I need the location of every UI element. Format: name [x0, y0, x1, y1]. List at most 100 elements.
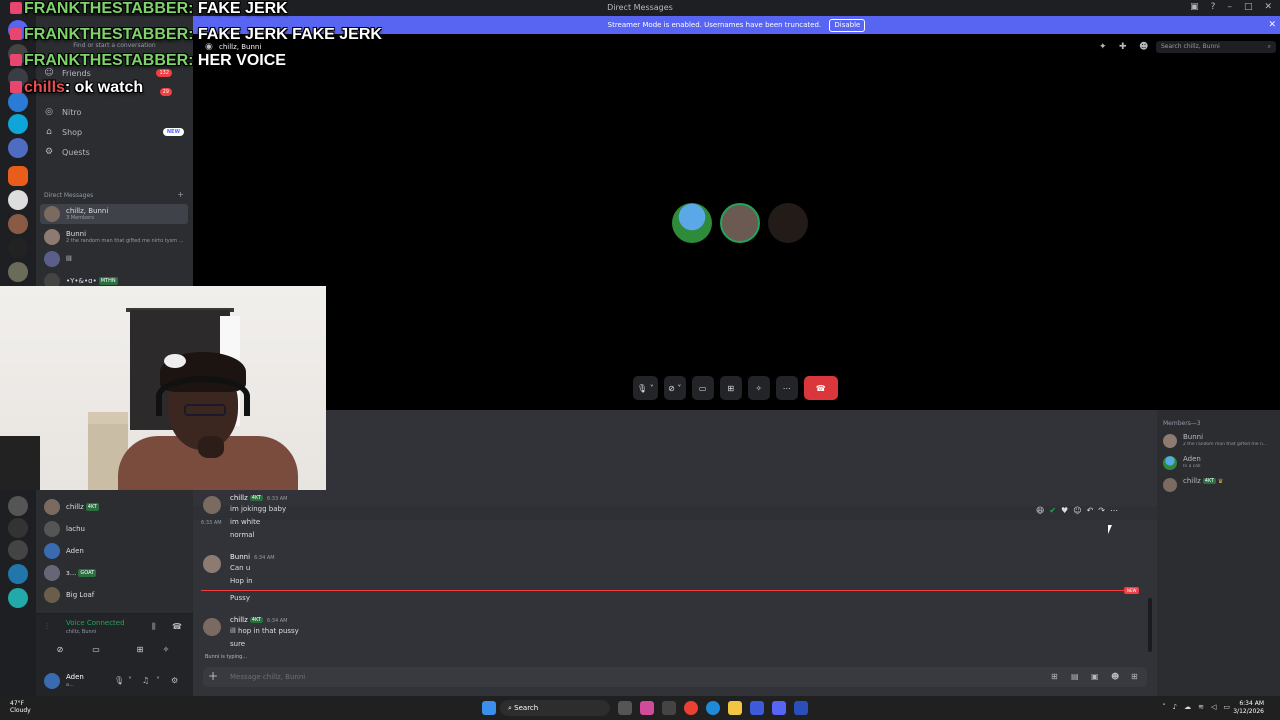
chevron-down-icon[interactable]: ˅: [156, 676, 160, 685]
inbox-icon[interactable]: ▣: [1190, 2, 1199, 12]
dm-item-chillz[interactable]: chillz 4KT: [40, 497, 188, 517]
battery-icon[interactable]: ▭: [1223, 703, 1230, 711]
apps-icon[interactable]: ⊞: [1131, 672, 1138, 681]
avatar[interactable]: [203, 555, 221, 573]
emoji-icon[interactable]: ☻: [1111, 672, 1119, 681]
edge-icon[interactable]: [706, 701, 720, 715]
taskbar-search[interactable]: ⌕ Search: [500, 700, 610, 716]
server-icon[interactable]: [8, 564, 28, 584]
server-icon[interactable]: [8, 496, 28, 516]
screen-share-icon[interactable]: ▭: [82, 642, 110, 658]
add-reaction-icon[interactable]: ☺: [1073, 506, 1081, 515]
server-icon[interactable]: [8, 262, 28, 282]
gear-icon[interactable]: ⚙: [171, 676, 178, 685]
dm-item-lll[interactable]: lll: [40, 249, 188, 269]
screen-share-button[interactable]: ▭: [691, 376, 714, 400]
message-input[interactable]: Message chillz, Bunni: [230, 673, 305, 681]
chrome-icon[interactable]: [684, 701, 698, 715]
app-icon[interactable]: [794, 701, 808, 715]
close-banner-icon[interactable]: ✕: [1268, 16, 1276, 34]
server-icon[interactable]: [8, 190, 28, 210]
check-reaction-icon[interactable]: ✔: [1049, 506, 1056, 515]
wifi-icon[interactable]: ≋: [1198, 703, 1204, 711]
chevron-down-icon[interactable]: ˅: [128, 676, 132, 685]
cloud-icon[interactable]: ☁: [1184, 703, 1191, 711]
participant-avatar[interactable]: [672, 203, 712, 243]
avatar[interactable]: [44, 673, 60, 689]
camera-toggle-button[interactable]: ⊘ ˅: [663, 376, 686, 400]
avatar[interactable]: [203, 496, 221, 514]
dm-item-bunni[interactable]: Bunni 2 the random man that gifted me ni…: [40, 227, 188, 247]
pin-icon[interactable]: ✦: [1099, 42, 1107, 52]
signal-icon[interactable]: ⫶: [46, 622, 48, 632]
help-icon[interactable]: ?: [1211, 2, 1216, 12]
message-author[interactable]: chillz: [230, 616, 248, 624]
maximize-button[interactable]: □: [1244, 2, 1253, 12]
message-author[interactable]: chillz: [230, 494, 248, 502]
gift-icon[interactable]: ⊞: [1051, 672, 1058, 681]
microphone-icon[interactable]: 🎙: [114, 676, 124, 685]
message-composer[interactable]: + Message chillz, Bunni ⊞ ▤ ▣ ☻ ⊞: [203, 667, 1147, 687]
mic-icon[interactable]: ♪: [1173, 703, 1177, 711]
reply-icon[interactable]: ↶: [1087, 506, 1094, 515]
nav-shop[interactable]: ⌂ Shop NEW: [44, 124, 184, 140]
participant-avatar[interactable]: [720, 203, 760, 243]
more-icon[interactable]: ⋯: [1110, 506, 1118, 515]
start-icon[interactable]: [482, 701, 496, 715]
voice-status[interactable]: Voice Connected: [66, 619, 125, 627]
volume-icon[interactable]: ◁: [1211, 703, 1216, 711]
more-options-button[interactable]: ⋯: [775, 376, 798, 400]
activities-icon[interactable]: ⊞: [126, 642, 154, 658]
forward-icon[interactable]: ↷: [1098, 506, 1105, 515]
app-icon[interactable]: [750, 701, 764, 715]
server-icon[interactable]: [8, 588, 28, 608]
close-button[interactable]: ✕: [1264, 2, 1272, 12]
message-author[interactable]: Bunni: [230, 553, 250, 561]
mic-toggle-button[interactable]: 🎙 ˅: [633, 376, 658, 400]
participant-avatar[interactable]: [768, 203, 808, 243]
member-item[interactable]: chillz 4KT ♛: [1163, 476, 1278, 494]
dm-item-goat[interactable]: ɜ... GOAT: [40, 563, 188, 583]
dm-item-group[interactable]: chillz, Bunni 3 Members: [40, 204, 188, 224]
end-call-button[interactable]: ☎: [803, 376, 838, 400]
avatar[interactable]: [203, 618, 221, 636]
weather-widget[interactable]: 47°F Cloudy: [10, 700, 31, 714]
disconnect-icon[interactable]: ☎: [172, 622, 182, 631]
minimize-button[interactable]: –: [1227, 2, 1232, 12]
soundboard-icon[interactable]: ✧: [152, 642, 180, 658]
discord-icon[interactable]: [772, 701, 786, 715]
create-dm-icon[interactable]: +: [177, 190, 184, 199]
nav-nitro[interactable]: ◎ Nitro: [44, 104, 184, 120]
server-icon[interactable]: [8, 238, 28, 258]
app-icon[interactable]: [662, 701, 676, 715]
headphones-icon[interactable]: ♫: [142, 676, 149, 685]
chat-scrollbar[interactable]: [1148, 598, 1152, 652]
noise-suppression-icon[interactable]: ⫼: [152, 622, 156, 632]
dm-item-aden[interactable]: Aden: [40, 541, 188, 561]
dm-item-lachu[interactable]: lachu: [40, 519, 188, 539]
camera-off-icon[interactable]: ⊘: [46, 642, 74, 658]
clock[interactable]: 6:34 AM 3/12/2026: [1233, 700, 1264, 716]
server-icon[interactable]: [8, 114, 28, 134]
activities-button[interactable]: ⊞: [719, 376, 742, 400]
nav-quests[interactable]: ⚙ Quests: [44, 144, 184, 160]
members-icon[interactable]: ☻: [1139, 42, 1148, 52]
member-item[interactable]: Bunni 2 the random man that gifted me n.…: [1163, 432, 1278, 450]
task-view-icon[interactable]: [618, 701, 632, 715]
add-attachment-icon[interactable]: +: [208, 669, 218, 683]
chevron-up-icon[interactable]: ˄: [1162, 703, 1166, 711]
heart-reaction-icon[interactable]: ♥: [1061, 506, 1068, 515]
file-explorer-icon[interactable]: [728, 701, 742, 715]
server-icon[interactable]: [8, 138, 28, 158]
server-icon[interactable]: [8, 518, 28, 538]
server-icon[interactable]: [8, 540, 28, 560]
server-icon[interactable]: [8, 166, 28, 186]
emoji-reaction-icon[interactable]: 😆: [1036, 506, 1044, 515]
search-input[interactable]: Search chillz, Bunni ⌕: [1156, 41, 1276, 53]
server-icon[interactable]: [8, 214, 28, 234]
sticker-icon[interactable]: ▣: [1091, 672, 1099, 681]
gif-icon[interactable]: ▤: [1071, 672, 1079, 681]
copilot-icon[interactable]: [640, 701, 654, 715]
dm-item-big-loaf[interactable]: Big Loaf: [40, 585, 188, 605]
add-friends-icon[interactable]: ✚: [1119, 42, 1127, 52]
